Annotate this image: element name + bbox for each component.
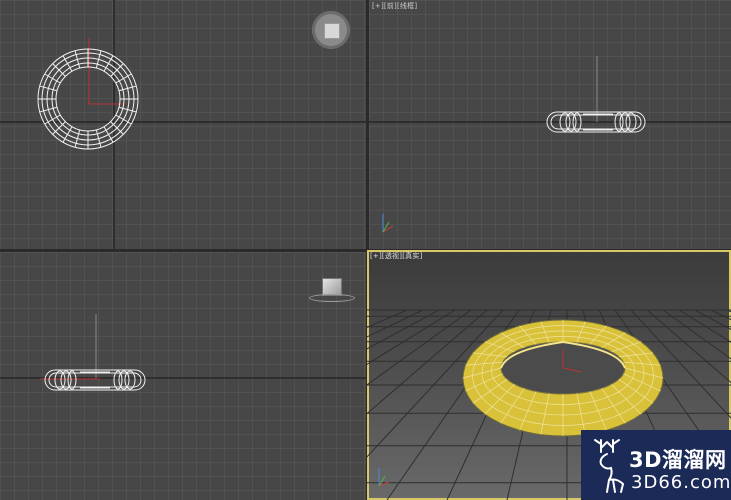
viewport-top[interactable]	[0, 0, 366, 249]
viewport-left[interactable]	[0, 252, 366, 500]
viewport-front[interactable]: [+][前][线框]	[369, 0, 731, 249]
viewcube-compass-ring[interactable]	[309, 294, 355, 302]
watermark-domain: 3D66.com	[631, 472, 731, 493]
deer-logo-icon	[594, 439, 625, 493]
torus-shaded[interactable]	[462, 319, 664, 437]
torus-wireframe-left[interactable]	[0, 252, 366, 500]
viewcube-face[interactable]	[324, 23, 340, 39]
watermark-title: 3D溜溜网	[629, 448, 727, 472]
torus-wireframe-top[interactable]	[0, 0, 366, 249]
torus-wireframe-front[interactable]	[369, 0, 731, 249]
watermark-logo: 3D溜溜网 3D66.com	[581, 430, 731, 500]
axis-tripod-icon	[382, 214, 394, 233]
viewcube-icon[interactable]	[312, 11, 350, 49]
